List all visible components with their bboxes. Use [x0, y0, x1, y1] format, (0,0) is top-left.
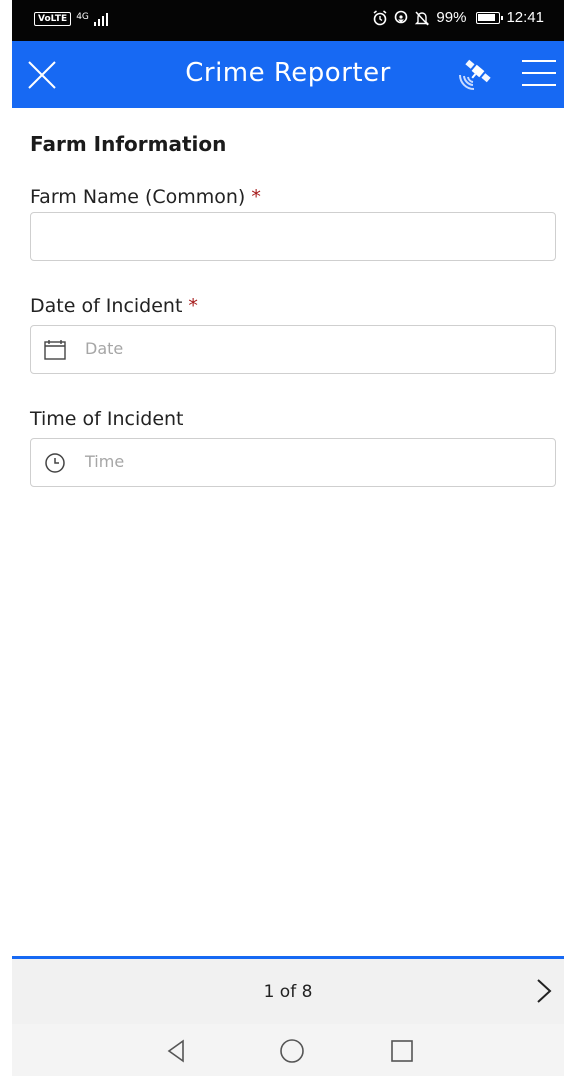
date-of-incident-label: Date of Incident *	[30, 295, 198, 317]
time-field[interactable]: Time	[30, 438, 556, 487]
clock-icon	[45, 453, 65, 473]
required-marker: *	[188, 295, 198, 317]
required-marker: *	[251, 186, 261, 208]
time-placeholder: Time	[85, 452, 125, 471]
status-left: VoLTE 4G	[34, 12, 108, 26]
menu-icon	[522, 60, 558, 86]
date-of-incident-label-text: Date of Incident	[30, 295, 183, 317]
gps-icon	[459, 59, 491, 90]
farm-name-field[interactable]	[30, 212, 556, 261]
farm-name-label-text: Farm Name (Common)	[30, 186, 246, 208]
section-title: Farm Information	[30, 132, 227, 156]
home-button[interactable]	[278, 1037, 306, 1065]
farm-name-label: Farm Name (Common) *	[30, 186, 261, 208]
volte-badge: VoLTE	[34, 12, 72, 26]
farm-name-input[interactable]	[31, 213, 555, 260]
signal-icon	[93, 12, 108, 26]
back-button[interactable]	[163, 1037, 191, 1065]
time-of-incident-label: Time of Incident	[30, 408, 184, 430]
status-bar: VoLTE 4G 99% 12:41	[12, 0, 564, 41]
battery-percent: 99%	[436, 9, 467, 26]
clock-time: 12:41	[506, 9, 544, 26]
app-header: Crime Reporter	[12, 41, 564, 108]
gps-button[interactable]	[454, 55, 494, 95]
battery-icon	[476, 11, 504, 24]
network-type: 4G	[76, 11, 89, 22]
back-icon	[167, 1039, 184, 1063]
mute-icon	[415, 10, 430, 26]
home-icon	[280, 1039, 304, 1063]
system-nav-bar	[12, 1024, 564, 1076]
date-placeholder: Date	[85, 339, 124, 358]
menu-button[interactable]	[522, 60, 558, 92]
time-of-incident-label-text: Time of Incident	[30, 408, 184, 430]
alarm-icon	[373, 9, 387, 25]
page-indicator: 1 of 8	[263, 982, 313, 1002]
recents-icon	[391, 1040, 413, 1062]
recents-button[interactable]	[388, 1037, 416, 1065]
next-page-button[interactable]	[532, 976, 556, 1006]
chevron-right-icon	[537, 979, 552, 1003]
pager: 1 of 8	[12, 956, 564, 1024]
calendar-icon	[44, 340, 66, 360]
location-icon	[395, 10, 408, 23]
status-right: 99% 12:41	[372, 9, 544, 26]
date-field[interactable]: Date	[30, 325, 556, 374]
